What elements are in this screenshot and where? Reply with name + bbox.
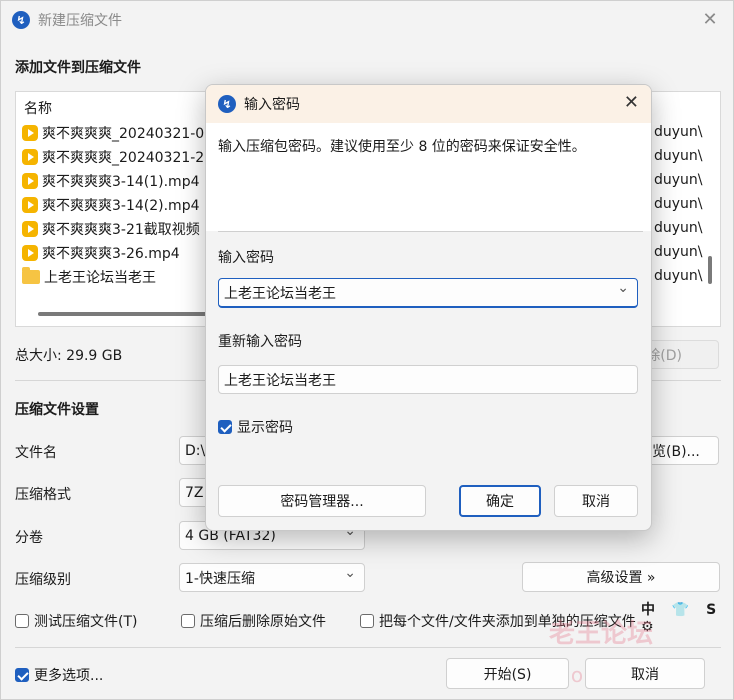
file-name: 爽不爽爽爽3-21截取视频	[42, 222, 200, 238]
checkbox-box[interactable]	[15, 614, 29, 628]
file-path: duyun\	[654, 220, 703, 236]
checkbox-box[interactable]	[360, 614, 374, 628]
checkbox-box[interactable]	[181, 614, 195, 628]
file-name: 爽不爽爽爽3-26.mp4	[42, 246, 180, 262]
split-label: 分卷	[15, 530, 43, 546]
format-label: 压缩格式	[15, 487, 71, 503]
dialog-title-bar: ↯ 输入密码 ✕	[206, 85, 651, 123]
dialog-cancel-button[interactable]: 取消	[554, 485, 638, 517]
list-item[interactable]: 爽不爽爽爽3-14(1).mp4	[22, 170, 200, 192]
file-name: 爽不爽爽爽_20240321-0	[42, 126, 205, 142]
show-password-checkbox[interactable]: 显示密码	[218, 417, 293, 437]
file-path: duyun\	[654, 196, 703, 212]
video-file-icon	[22, 173, 38, 189]
column-header-name[interactable]: 名称	[24, 98, 52, 118]
video-file-icon	[22, 245, 38, 261]
file-path: duyun\	[654, 148, 703, 164]
delete-source-checkbox[interactable]: 压缩后删除原始文件	[181, 611, 326, 631]
main-cancel-button[interactable]: 取消	[585, 658, 705, 689]
more-options-checkbox[interactable]: 更多选项...	[15, 665, 103, 685]
section-settings-title: 压缩文件设置	[15, 402, 99, 418]
filename-label: 文件名	[15, 445, 57, 461]
checkbox-label: 显示密码	[237, 420, 293, 436]
divider	[218, 231, 643, 232]
section-add-title: 添加文件到压缩文件	[15, 60, 141, 76]
checkbox-label: 测试压缩文件(T)	[34, 614, 138, 630]
password-input[interactable]: 上老王论坛当老王	[218, 278, 638, 308]
video-file-icon	[22, 149, 38, 165]
test-archive-checkbox[interactable]: 测试压缩文件(T)	[15, 611, 137, 631]
corner-tool-icons: 中 👕 S ⚙	[641, 602, 723, 635]
close-icon[interactable]: ✕	[624, 92, 639, 113]
list-item[interactable]: 爽不爽爽爽_20240321-0	[22, 122, 204, 144]
total-size: 总大小: 29.9 GB	[15, 348, 123, 364]
checkbox-checked[interactable]	[218, 420, 232, 434]
browse-button[interactable]: 览(B)...	[641, 436, 719, 465]
ok-button[interactable]: 确定	[459, 485, 541, 517]
checkbox-label: 压缩后删除原始文件	[200, 614, 326, 630]
dialog-title: 输入密码	[244, 97, 300, 113]
close-icon[interactable]: ✕	[699, 9, 721, 31]
folder-icon	[22, 267, 40, 284]
file-name: 爽不爽爽爽_20240321-2	[42, 150, 205, 166]
reenter-password-label: 重新输入密码	[218, 334, 302, 350]
app-logo-icon: ↯	[12, 11, 30, 29]
password-manager-button[interactable]: 密码管理器...	[218, 485, 426, 517]
level-label: 压缩级别	[15, 572, 71, 588]
file-path: duyun\	[654, 172, 703, 188]
reenter-password-input[interactable]: 上老王论坛当老王	[218, 365, 638, 394]
horizontal-scrollbar[interactable]	[38, 312, 218, 316]
video-file-icon	[22, 221, 38, 237]
app-logo-icon: ↯	[218, 95, 236, 113]
title-bar: ↯ 新建压缩文件 ✕	[1, 1, 733, 39]
advanced-settings-button[interactable]: 高级设置 »	[522, 562, 720, 592]
password-dialog: ↯ 输入密码 ✕ 输入压缩包密码。建议使用至少 8 位的密码来保证安全性。 输入…	[205, 84, 652, 531]
dialog-description: 输入压缩包密码。建议使用至少 8 位的密码来保证安全性。	[218, 139, 586, 155]
divider	[15, 647, 721, 648]
list-item[interactable]: 爽不爽爽爽3-14(2).mp4	[22, 194, 200, 216]
file-name: 爽不爽爽爽3-14(2).mp4	[42, 198, 200, 214]
file-path: duyun\	[654, 124, 703, 140]
file-path: duyun\	[654, 244, 703, 260]
window-title: 新建压缩文件	[38, 13, 122, 29]
list-item[interactable]: 爽不爽爽爽_20240321-2	[22, 146, 204, 168]
checkbox-checked[interactable]	[15, 668, 29, 682]
list-item[interactable]: 爽不爽爽爽3-26.mp4	[22, 242, 180, 264]
file-name: 爽不爽爽爽3-14(1).mp4	[42, 174, 200, 190]
watermark: 老王论坛	[549, 619, 654, 649]
list-item[interactable]: 上老王论坛当老王	[22, 266, 156, 288]
file-name: 上老王论坛当老王	[44, 270, 156, 286]
video-file-icon	[22, 197, 38, 213]
start-button[interactable]: 开始(S)	[446, 658, 569, 689]
level-select[interactable]: 1-快速压缩	[179, 563, 365, 592]
password-label: 输入密码	[218, 250, 274, 266]
vertical-scrollbar[interactable]	[708, 256, 712, 284]
list-item[interactable]: 爽不爽爽爽3-21截取视频	[22, 218, 200, 240]
video-file-icon	[22, 125, 38, 141]
checkbox-label: 更多选项...	[34, 668, 104, 684]
file-path: duyun\	[654, 268, 703, 284]
